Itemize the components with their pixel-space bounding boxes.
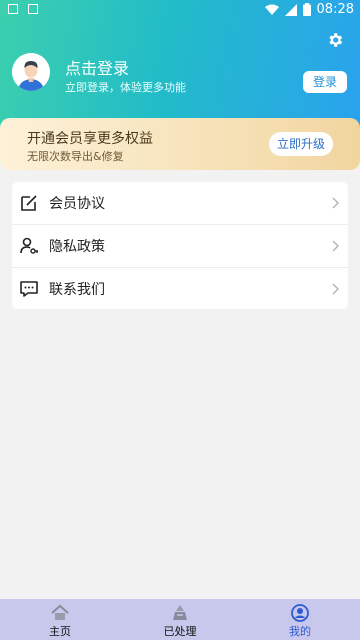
upgrade-button[interactable]: 立即升级 (269, 132, 333, 156)
home-icon (51, 604, 69, 620)
tab-home[interactable]: 主页 (0, 599, 120, 640)
status-time: 08:28 (316, 2, 354, 17)
login-title[interactable]: 点击登录 (65, 55, 129, 79)
login-subtitle: 立即登录，体验更多功能 (65, 81, 186, 94)
bottom-tab-bar: 主页 已处理 我的 (0, 599, 360, 640)
status-notifications (8, 4, 38, 14)
chevron-right-icon (332, 240, 339, 252)
vip-title: 开通会员享更多权益 (27, 131, 153, 147)
edit-icon (21, 195, 37, 211)
menu-item-label: 联系我们 (49, 282, 105, 298)
wifi-icon (264, 4, 279, 15)
settings-gear-icon[interactable] (326, 31, 344, 49)
tab-label: 已处理 (163, 625, 197, 638)
menu-item-contact-us[interactable]: 联系我们 (12, 268, 348, 310)
tab-mine[interactable]: 我的 (240, 599, 360, 640)
image-notification-icon (8, 4, 18, 14)
chevron-right-icon (332, 283, 339, 295)
menu-item-label: 会员协议 (49, 196, 105, 212)
user-key-icon (20, 237, 38, 254)
menu-item-member-agreement[interactable]: 会员协议 (12, 182, 348, 224)
status-bar: 08:28 (0, 0, 360, 20)
avatar[interactable] (12, 53, 50, 91)
battery-icon (302, 3, 311, 16)
tab-label-active: 我的 (289, 625, 311, 638)
menu-item-privacy-policy[interactable]: 隐私政策 (12, 225, 348, 267)
tab-processed[interactable]: 已处理 (120, 599, 240, 640)
status-right: 08:28 (264, 2, 354, 17)
signal-icon (284, 3, 297, 16)
tab-label: 主页 (49, 625, 71, 638)
menu-card: 会员协议 隐私政策 联系我们 (12, 182, 348, 309)
menu-item-label: 隐私政策 (49, 239, 105, 255)
processed-icon (173, 605, 187, 620)
login-button[interactable]: 登录 (303, 71, 347, 93)
message-icon (20, 281, 38, 297)
user-icon (291, 604, 309, 622)
chevron-right-icon (332, 197, 339, 209)
vip-subtitle: 无限次数导出&修复 (27, 150, 124, 163)
default-avatar-icon (12, 53, 50, 91)
text-notification-icon (28, 4, 38, 14)
